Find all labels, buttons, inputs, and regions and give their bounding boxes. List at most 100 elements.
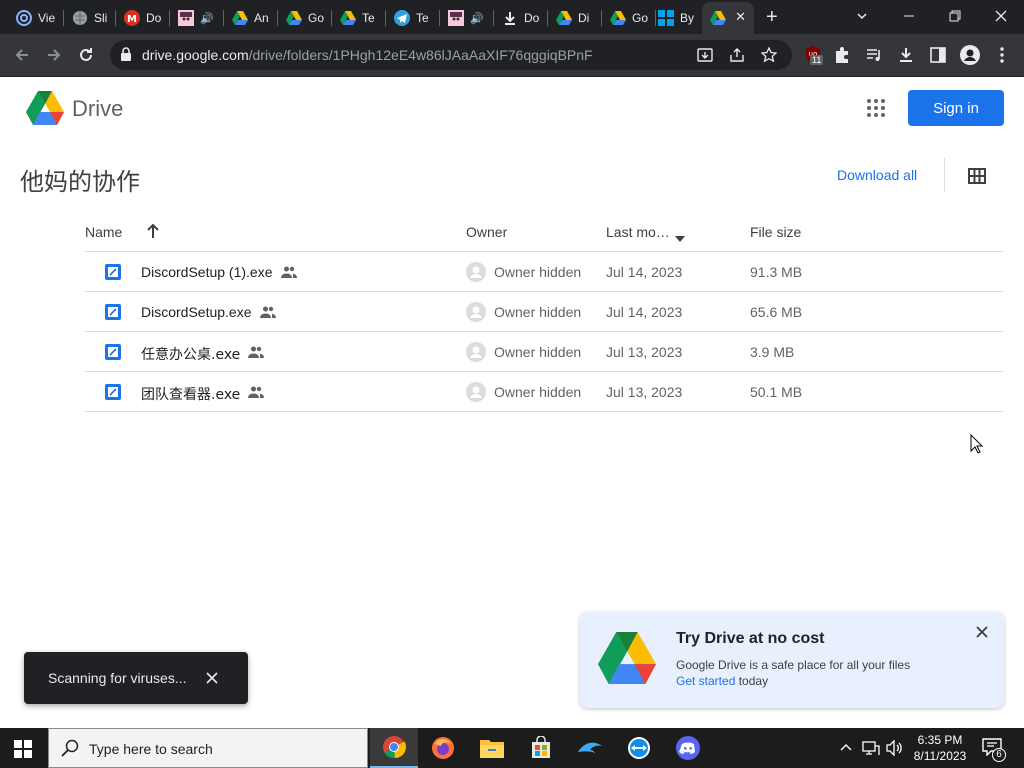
browser-tab[interactable]: Sli <box>64 4 116 32</box>
browser-tab[interactable]: Te <box>332 4 386 32</box>
download-all-button[interactable]: Download all <box>837 167 917 183</box>
minimize-window-icon[interactable] <box>897 5 921 27</box>
new-tab-button[interactable]: + <box>766 7 778 27</box>
table-row[interactable]: DiscordSetup.exe Owner hidden Jul 14, 20… <box>85 292 1003 332</box>
side-panel-icon[interactable] <box>926 43 950 67</box>
profile-avatar-icon[interactable] <box>958 43 982 67</box>
exe-file-icon <box>105 304 121 320</box>
taskbar-search-box[interactable]: Type here to search <box>48 728 368 768</box>
speaker-icon[interactable]: 🔊 <box>470 12 484 25</box>
chrome-taskbar-icon[interactable] <box>370 728 418 768</box>
media-queue-icon[interactable] <box>862 43 886 67</box>
modified-date: Jul 13, 2023 <box>606 344 683 360</box>
modified-date: Jul 14, 2023 <box>606 304 683 320</box>
column-header-last-modified[interactable]: Last mo… <box>606 224 670 240</box>
table-row[interactable]: DiscordSetup (1).exe Owner hidden Jul 14… <box>85 252 1003 292</box>
close-tab-icon[interactable]: ✕ <box>735 9 746 25</box>
system-clock[interactable]: 6:35 PM 8/11/2023 <box>908 732 972 764</box>
volume-icon[interactable] <box>886 739 904 761</box>
ublock-extension-icon[interactable]: uo 11 <box>801 43 825 67</box>
promo-cta-line: Get started today <box>676 674 768 688</box>
row-divider <box>85 411 1003 412</box>
file-size: 91.3 MB <box>750 264 803 280</box>
menu-kebab-icon[interactable] <box>990 43 1014 67</box>
clock-date: 8/11/2023 <box>913 749 967 763</box>
browser-tab[interactable]: Go <box>602 4 656 32</box>
modified-date: Jul 13, 2023 <box>606 384 683 400</box>
google-apps-grid-icon[interactable] <box>866 98 886 118</box>
exe-file-icon <box>105 384 121 400</box>
forward-arrow-icon[interactable] <box>42 43 66 67</box>
file-name[interactable]: 团队查看器.exe <box>141 384 240 404</box>
try-drive-promo: Try Drive at no cost Google Drive is a s… <box>580 612 1004 708</box>
column-header-file-size: File size <box>750 224 802 240</box>
shared-people-icon <box>281 265 297 283</box>
reload-icon[interactable] <box>74 43 98 67</box>
microsoft-store-taskbar-icon[interactable] <box>517 728 565 768</box>
browser-tab[interactable]: 🔊 <box>440 4 494 32</box>
extensions-puzzle-icon[interactable] <box>830 43 854 67</box>
table-row[interactable]: 任意办公桌.exe Owner hidden Jul 13, 2023 3.9 … <box>85 332 1003 372</box>
close-window-icon[interactable] <box>989 5 1013 27</box>
active-browser-tab[interactable]: ✕ <box>702 2 754 34</box>
browser-tab[interactable]: Vie <box>8 4 64 32</box>
app-name[interactable]: Drive <box>72 96 123 122</box>
tab-strip: Vie Sli M Do 🔊 An Go Te Te 🔊 Do Di Go By… <box>0 0 1024 34</box>
back-arrow-icon[interactable] <box>10 43 34 67</box>
google-drive-icon <box>286 10 302 26</box>
file-name[interactable]: DiscordSetup (1).exe <box>141 264 273 280</box>
file-name[interactable]: 任意办公桌.exe <box>141 344 240 364</box>
browser-tab[interactable]: M Do <box>116 4 170 32</box>
file-name[interactable]: DiscordSetup.exe <box>141 304 252 320</box>
svg-text:M: M <box>127 14 137 25</box>
restore-window-icon[interactable] <box>943 5 967 27</box>
toast-message: Scanning for viruses... <box>48 670 187 686</box>
network-icon[interactable] <box>862 740 880 761</box>
grid-view-icon[interactable] <box>968 168 986 189</box>
browser-tab[interactable]: Di <box>548 4 602 32</box>
browser-tab[interactable]: Go <box>278 4 332 32</box>
tab-title: By <box>680 11 695 25</box>
firefox-taskbar-icon[interactable] <box>419 728 467 768</box>
file-explorer-taskbar-icon[interactable] <box>468 728 516 768</box>
sign-in-button[interactable]: Sign in <box>908 90 1004 126</box>
browser-tab[interactable]: An <box>224 4 278 32</box>
folder-title: 他妈的协作 <box>20 168 140 196</box>
bookmark-star-icon[interactable] <box>760 46 778 64</box>
column-header-name[interactable]: Name <box>85 224 122 240</box>
dolphin-emulator-taskbar-icon[interactable] <box>566 728 614 768</box>
show-hidden-icons-chevron-icon[interactable] <box>839 740 853 759</box>
browser-tab[interactable]: 🔊 <box>170 4 224 32</box>
share-icon[interactable] <box>728 46 746 64</box>
downloads-icon[interactable] <box>894 43 918 67</box>
windows-start-icon[interactable] <box>14 740 32 763</box>
lock-icon[interactable] <box>120 47 132 66</box>
get-started-link[interactable]: Get started <box>676 674 735 688</box>
tab-search-chevron-icon[interactable] <box>855 9 869 28</box>
close-toast-icon[interactable] <box>206 671 218 689</box>
extension-badge: 11 <box>810 55 824 65</box>
browser-tab[interactable]: Te <box>386 4 440 32</box>
speaker-icon[interactable]: 🔊 <box>200 12 214 25</box>
browser-tab[interactable]: Do <box>494 4 548 32</box>
browser-tab[interactable]: By <box>650 4 702 32</box>
search-icon <box>61 739 79 762</box>
shared-people-icon <box>248 385 264 403</box>
column-header-owner: Owner <box>466 224 508 240</box>
google-drive-icon <box>710 10 726 26</box>
virus-scan-toast: Scanning for viruses... <box>24 652 248 704</box>
sort-dropdown-triangle-icon[interactable] <box>675 229 685 247</box>
url-host: drive.google.com <box>142 47 249 63</box>
google-drive-logo-icon[interactable] <box>26 91 64 130</box>
divider <box>944 158 945 192</box>
teamviewer-taskbar-icon[interactable] <box>615 728 663 768</box>
promo-title: Try Drive at no cost <box>676 630 825 647</box>
discord-taskbar-icon[interactable] <box>664 728 712 768</box>
close-promo-icon[interactable] <box>976 625 988 643</box>
table-row[interactable]: 团队查看器.exe Owner hidden Jul 13, 2023 50.1… <box>85 372 1003 412</box>
url-text[interactable]: drive.google.com/drive/folders/1PHgh12eE… <box>142 47 593 63</box>
sort-ascending-arrow-icon[interactable] <box>146 223 160 244</box>
install-app-icon[interactable] <box>696 46 714 64</box>
file-size: 3.9 MB <box>750 344 795 360</box>
address-bar[interactable]: drive.google.com/drive/folders/1PHgh12eE… <box>110 40 792 70</box>
